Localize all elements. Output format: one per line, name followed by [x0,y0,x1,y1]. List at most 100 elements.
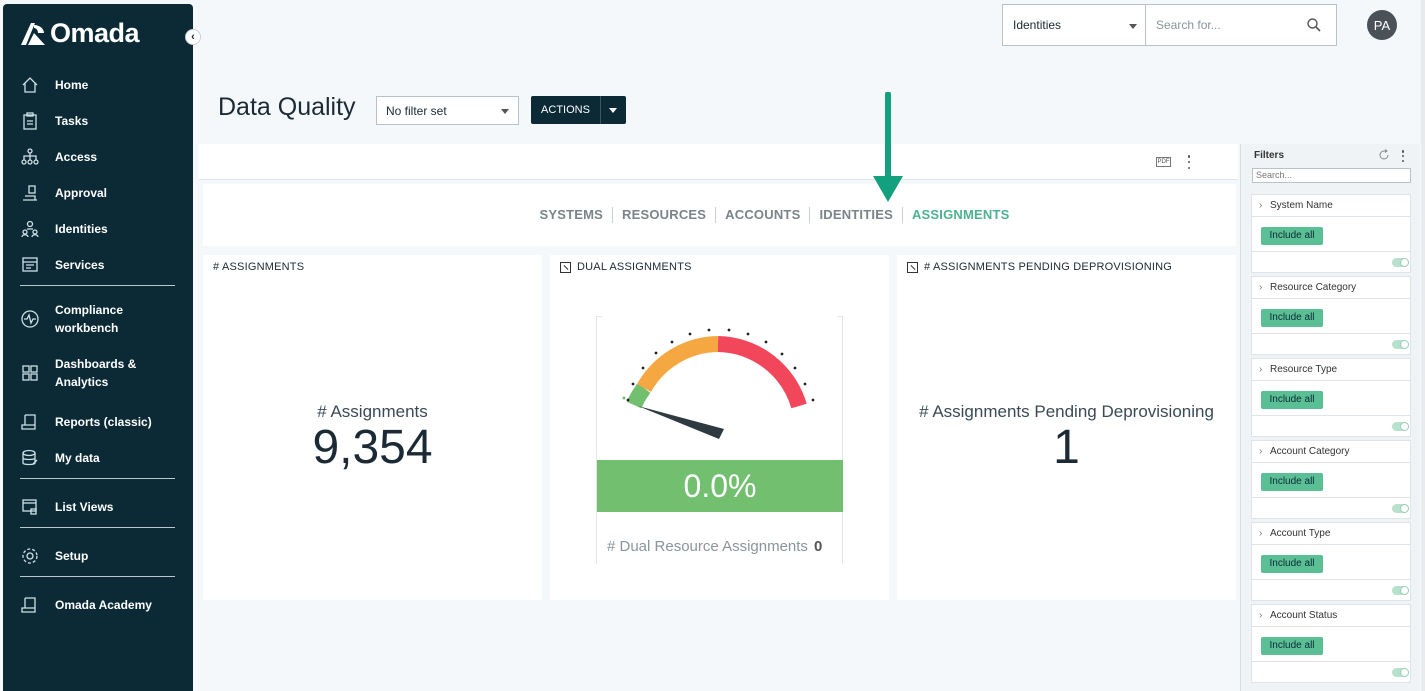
services-icon [20,255,40,275]
page-scrollbar[interactable] [1421,0,1425,691]
filter-search-input[interactable]: Search... [1252,168,1411,183]
global-search: Identities Search for... [1002,4,1337,46]
filter-toggle[interactable] [1392,586,1409,595]
sidebar-item-label: Dashboards & Analytics [55,357,137,389]
kpi-label: # Assignments [317,402,428,421]
sidebar-item-list-views[interactable]: List Views [3,494,193,520]
include-all-chip[interactable]: Include all [1261,227,1323,245]
tab-list: SYSTEMS RESOURCES ACCOUNTS IDENTITIES AS… [203,184,1236,246]
tab-identities[interactable]: IDENTITIES [810,207,903,223]
clipboard-icon [20,111,40,131]
dual-assignments-card: DUAL ASSIGNMENTS 0.0% # Dual Resource As… [550,255,889,600]
gauge-footer-value: 0 [813,538,823,555]
sidebar: Omada ‹ Home Tasks Access Approval Ident… [3,4,201,691]
sidebar-item-home[interactable]: Home [3,72,193,98]
filters-more-icon[interactable] [1401,150,1405,162]
sidebar-item-reports[interactable]: Reports (classic) [3,409,193,435]
actions-dropdown-toggle[interactable] [601,96,626,124]
more-options-icon[interactable] [1187,155,1191,169]
expand-icon[interactable] [907,261,918,273]
include-all-chip[interactable]: Include all [1261,309,1323,327]
card-title: DUAL ASSIGNMENTS [560,261,692,273]
filter-toggle[interactable] [1392,340,1409,349]
filter-group-header[interactable]: Resource Type [1252,359,1410,381]
logo-text: Omada [50,18,140,48]
sidebar-item-label: Home [55,78,89,92]
sidebar-item-label: Reports (classic) [55,415,152,429]
filter-select[interactable]: No filter set [376,96,519,125]
sidebar-item-setup[interactable]: Setup [3,543,193,569]
filter-select-value: No filter set [386,103,447,118]
expand-icon[interactable] [560,261,571,273]
sidebar-item-services[interactable]: Services [3,252,193,278]
filter-toggle[interactable] [1392,258,1409,267]
assignments-card: # ASSIGNMENTS # Assignments 9,354 [203,255,542,600]
filter-toggle[interactable] [1392,504,1409,513]
gauge-segment-mid [637,336,719,393]
tab-assignments[interactable]: ASSIGNMENTS [903,207,1019,223]
sidebar-item-label: Tasks [55,114,89,128]
sidebar-item-label: Omada Academy [55,598,152,612]
filters-panel: Filters Search... System Name Include al… [1240,144,1420,691]
filter-group: Resource Type Include all [1251,358,1411,437]
tab-accounts[interactable]: ACCOUNTS [716,207,811,223]
actions-button[interactable]: ACTIONS [531,96,626,124]
search-scope-select[interactable]: Identities [1003,5,1146,45]
sidebar-divider [20,576,175,577]
refresh-icon[interactable] [1378,149,1390,161]
gauge-chart [596,316,843,564]
pending-deprovisioning-card: # ASSIGNMENTS PENDING DEPROVISIONING # A… [897,255,1236,600]
sidebar-item-compliance-workbench[interactable]: Compliance workbench [3,300,193,338]
sidebar-item-label: My data [55,451,100,465]
chevron-down-icon [1129,24,1137,29]
kpi-value: 1 [1053,421,1080,474]
include-all-chip[interactable]: Include all [1261,391,1323,409]
sidebar-item-identities[interactable]: Identities [3,216,193,242]
sidebar-item-access[interactable]: Access [3,144,193,170]
people-icon [20,219,40,239]
filter-group-header[interactable]: Account Type [1252,523,1410,545]
filter-toggle[interactable] [1392,668,1409,677]
sidebar-item-label: Approval [55,186,108,200]
gauge-footer: # Dual Resource Assignments 0 [607,538,822,555]
card-title: # ASSIGNMENTS PENDING DEPROVISIONING [907,261,1172,273]
home-icon [20,75,40,95]
filter-group-header[interactable]: Resource Category [1252,277,1410,299]
kpi-label: # Assignments Pending Deprovisioning [919,402,1214,421]
filter-toggle[interactable] [1392,422,1409,431]
sidebar-item-approval[interactable]: Approval [3,180,193,206]
user-avatar[interactable]: PA [1367,10,1397,40]
sidebar-item-omada-academy[interactable]: Omada Academy [3,592,193,618]
database-icon [20,448,40,468]
search-icon[interactable] [1306,17,1322,33]
academy-icon [20,595,40,615]
chevron-down-icon [501,109,509,114]
collapse-sidebar-button[interactable]: ‹ [185,29,201,45]
omada-logo-icon [21,22,45,45]
filter-group: Account Type Include all [1251,522,1411,601]
gauge-segment-low [626,383,651,409]
omada-logo[interactable]: Omada [18,18,140,49]
tab-resources[interactable]: RESOURCES [613,207,717,223]
sidebar-item-label: Services [55,258,105,272]
sidebar-item-my-data[interactable]: My data [3,445,193,471]
grid-icon [20,363,40,383]
tab-systems[interactable]: SYSTEMS [530,207,614,223]
search-placeholder: Search for... [1156,18,1221,32]
filter-group-header[interactable]: System Name [1252,195,1410,217]
dashboard-toolbar: PDF [199,144,1238,180]
gauge-footer-label: # Dual Resource Assignments [607,538,808,555]
list-view-icon [20,497,40,517]
include-all-chip[interactable]: Include all [1261,637,1323,655]
include-all-chip[interactable]: Include all [1261,473,1323,491]
sidebar-item-dashboards[interactable]: Dashboards & Analytics [3,354,193,392]
pdf-export-icon[interactable]: PDF [1156,157,1171,167]
include-all-chip[interactable]: Include all [1261,555,1323,573]
sidebar-item-label: Access [55,150,98,164]
search-input[interactable]: Search for... [1146,5,1336,45]
sidebar-item-tasks[interactable]: Tasks [3,108,193,134]
chevron-left-icon: ‹ [191,31,195,43]
filter-group-header[interactable]: Account Status [1252,605,1410,627]
filter-group-header[interactable]: Account Category [1252,441,1410,463]
gauge-start-marker [622,396,626,400]
